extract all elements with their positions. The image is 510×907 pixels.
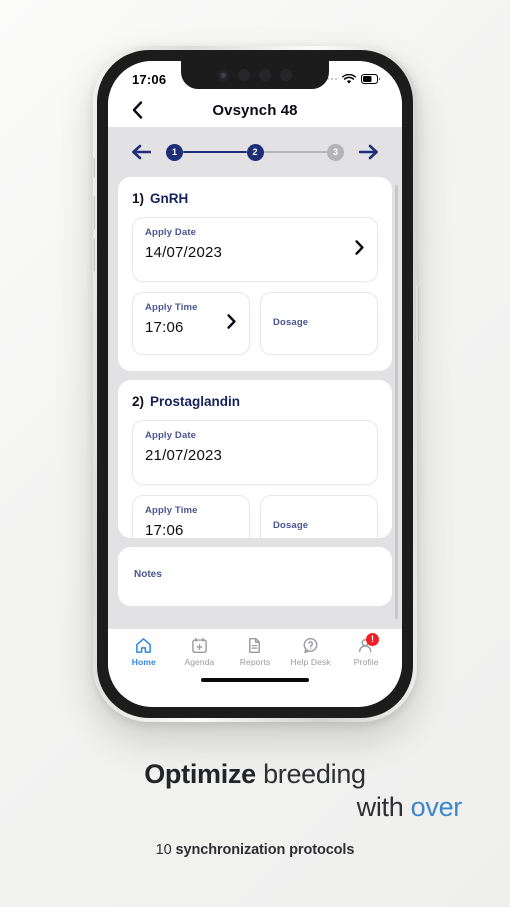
tab-home[interactable]: Home <box>116 636 172 673</box>
back-button[interactable] <box>124 97 150 123</box>
front-camera-icon <box>218 69 229 81</box>
next-step-button[interactable] <box>356 139 382 165</box>
phone-notch <box>181 61 329 89</box>
step-number: 2 <box>252 147 258 157</box>
arrow-left-icon <box>132 144 151 160</box>
card-title-2: 2) Prostaglandin <box>132 394 378 409</box>
tab-agenda[interactable]: Agenda <box>172 636 228 673</box>
volume-up-button[interactable] <box>91 196 95 230</box>
protocol-step-card-2: 2) Prostaglandin Apply Date 21/07/2023 A… <box>118 380 392 538</box>
home-icon <box>135 636 152 654</box>
power-button[interactable] <box>415 286 419 342</box>
speaker-icon <box>280 69 292 81</box>
volume-down-button[interactable] <box>91 238 95 272</box>
mute-switch[interactable] <box>91 158 95 178</box>
marketing-caption: Optimize breeding with over 10 synchroni… <box>0 758 510 858</box>
card-title-1: 1) GnRH <box>132 191 378 206</box>
protocol-scroll-area[interactable]: 1) GnRH Apply Date 14/07/2023 Apply Time… <box>108 177 402 629</box>
step-track: 1 2 3 <box>164 143 346 161</box>
apply-date-field-1[interactable]: Apply Date 14/07/2023 <box>132 217 378 282</box>
apply-time-label: Apply Time <box>145 302 198 313</box>
apply-time-field-2[interactable]: Apply Time 17:06 <box>132 495 250 538</box>
time-dosage-row-1: Apply Time 17:06 Dosage <box>132 292 378 355</box>
tab-label: Agenda <box>184 657 215 667</box>
chevron-right-icon <box>227 313 236 334</box>
caption-bold-word: Optimize <box>144 759 256 789</box>
dosage-field-1[interactable]: Dosage <box>260 292 378 355</box>
tab-label: Help Desk <box>290 657 331 667</box>
tab-profile[interactable]: ! Profile <box>338 633 394 673</box>
caption-line-1-rest: breeding <box>263 759 366 789</box>
protocol-stepper: 1 2 3 <box>108 127 402 177</box>
status-indicators <box>322 73 381 85</box>
step-indicator-1[interactable]: 1 <box>166 143 183 161</box>
apply-date-label: Apply Date <box>145 430 197 441</box>
apply-time-field-1[interactable]: Apply Time 17:06 <box>132 292 250 355</box>
previous-step-button[interactable] <box>128 139 154 165</box>
dosage-label: Dosage <box>273 519 309 531</box>
question-bubble-icon <box>302 636 319 654</box>
apply-date-label: Apply Date <box>145 227 197 238</box>
arrow-right-icon <box>359 144 378 160</box>
caption-sub-number: 10 <box>155 841 172 858</box>
protocol-step-card-1: 1) GnRH Apply Date 14/07/2023 Apply Time… <box>118 177 392 371</box>
step-indicator-2[interactable]: 2 <box>246 143 264 161</box>
phone-screen: 17:06 Ovsynch 48 1 2 3 1) GnRH Apply Dat… <box>108 61 402 707</box>
notes-card[interactable]: Notes <box>118 547 392 606</box>
phone-frame: 17:06 Ovsynch 48 1 2 3 1) GnRH Apply Dat… <box>91 46 419 722</box>
chevron-right-icon <box>355 239 364 260</box>
tab-label: Profile <box>353 657 379 667</box>
tab-help-desk[interactable]: Help Desk <box>283 636 339 673</box>
step-number: 3 <box>332 147 338 157</box>
sensor-icon <box>238 69 250 81</box>
card-name: Prostaglandin <box>150 394 241 409</box>
scrollbar[interactable] <box>395 185 398 619</box>
apply-time-value: 17:06 <box>145 522 184 538</box>
calendar-plus-icon <box>191 636 208 654</box>
caption-blue-word: over <box>410 791 463 822</box>
document-icon <box>246 636 263 654</box>
chevron-left-icon <box>132 101 142 119</box>
step-indicator-3[interactable]: 3 <box>327 143 344 161</box>
caption-subtitle: 10 synchronization protocols <box>28 842 482 858</box>
nav-header: Ovsynch 48 <box>108 93 402 127</box>
dosage-field-2[interactable]: Dosage <box>260 495 378 538</box>
tab-label: Home <box>131 657 156 667</box>
profile-alert-badge: ! <box>365 633 379 646</box>
step-connector-2-3 <box>263 150 327 154</box>
apply-date-value: 21/07/2023 <box>145 447 223 464</box>
caption-sub-bold: synchronization protocols <box>175 841 355 858</box>
caption-line-2: with over <box>28 791 482 824</box>
apply-date-field-2[interactable]: Apply Date 21/07/2023 <box>132 420 378 485</box>
caption-line-2-rest: with <box>356 791 404 822</box>
dosage-label: Dosage <box>273 316 309 328</box>
step-connector-1-2 <box>183 150 247 154</box>
apply-date-value: 14/07/2023 <box>145 244 223 261</box>
caption-line-1: Optimize breeding <box>28 758 482 791</box>
phone-bezel: 17:06 Ovsynch 48 1 2 3 1) GnRH Apply Dat… <box>97 50 413 718</box>
bottom-tab-bar: Home Agenda Reports Help Desk ! Profile <box>108 629 402 673</box>
card-index: 2) <box>132 394 145 409</box>
card-name: GnRH <box>150 191 189 206</box>
page-title: Ovsynch 48 <box>212 101 298 119</box>
card-index: 1) <box>132 191 145 206</box>
wifi-icon <box>342 73 356 84</box>
notes-label: Notes <box>134 569 162 580</box>
step-number: 1 <box>171 147 177 157</box>
home-indicator[interactable] <box>108 673 402 695</box>
status-time: 17:06 <box>132 71 167 87</box>
apply-time-value: 17:06 <box>145 319 184 336</box>
sensor-icon <box>259 69 271 81</box>
tab-label: Reports <box>239 657 271 667</box>
time-dosage-row-2: Apply Time 17:06 Dosage <box>132 495 378 538</box>
apply-time-label: Apply Time <box>145 505 198 516</box>
battery-icon <box>361 74 380 84</box>
tab-reports[interactable]: Reports <box>227 636 283 673</box>
